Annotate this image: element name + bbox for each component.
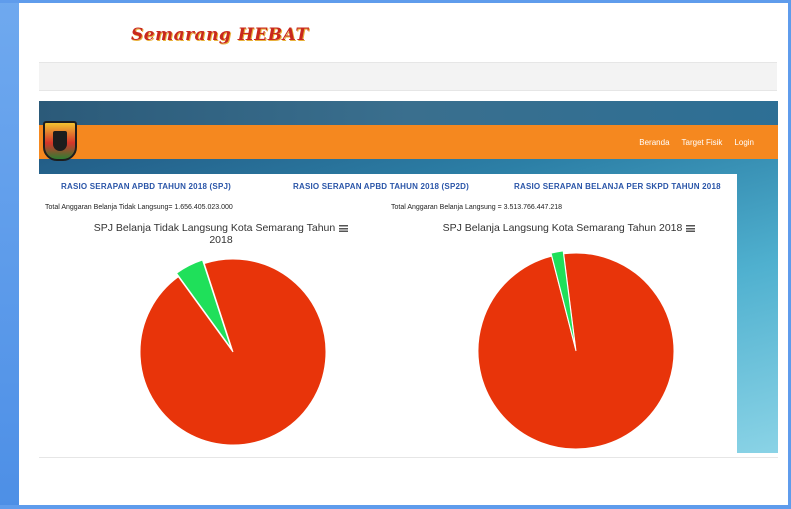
chart-title-left-line2: 2018 bbox=[209, 234, 233, 246]
page: Semarang HEBAT Beranda Target Fisik Logi… bbox=[19, 3, 788, 505]
total-belanja-langsung: Total Anggaran Belanja Langsung = 3.513.… bbox=[391, 204, 563, 211]
navbar: Beranda Target Fisik Login bbox=[39, 121, 778, 161]
window-frame-bottom bbox=[0, 505, 791, 509]
tab-serapan-apbd-sp2d[interactable]: RASIO SERAPAN APBD TAHUN 2018 (SP2D) bbox=[293, 182, 469, 191]
chart-title-left-line1: SPJ Belanja Tidak Langsung Kota Semarang… bbox=[93, 222, 336, 234]
window-frame-left bbox=[0, 0, 19, 509]
chart-title-right: SPJ Belanja Langsung Kota Semarang Tahun… bbox=[429, 222, 709, 234]
content-panel: RASIO SERAPAN APBD TAHUN 2018 (SPJ) RASI… bbox=[39, 174, 737, 460]
pie-slice-main[interactable] bbox=[139, 258, 327, 446]
chart-title-left: SPJ Belanja Tidak Langsung Kota Semarang… bbox=[91, 222, 351, 246]
nav-link-beranda[interactable]: Beranda bbox=[639, 138, 669, 147]
top-strip bbox=[39, 62, 777, 91]
pie-chart-right bbox=[477, 250, 675, 450]
pie-chart-left bbox=[139, 258, 327, 446]
report-tabs: RASIO SERAPAN APBD TAHUN 2018 (SPJ) RASI… bbox=[59, 182, 729, 196]
emblem-inner bbox=[53, 131, 67, 151]
hero-top-band bbox=[39, 101, 778, 125]
site-logo[interactable]: Semarang HEBAT bbox=[131, 25, 309, 45]
total-belanja-tidak-langsung: Total Anggaran Belanja Tidak Langsung= 1… bbox=[45, 204, 233, 211]
chart-menu-icon[interactable] bbox=[339, 224, 349, 232]
nav-links: Beranda Target Fisik Login bbox=[639, 125, 754, 159]
tab-serapan-belanja-skpd[interactable]: RASIO SERAPAN BELANJA PER SKPD TAHUN 201… bbox=[514, 182, 721, 191]
content-divider bbox=[39, 457, 778, 458]
city-emblem-icon[interactable] bbox=[43, 121, 77, 161]
chart-menu-icon[interactable] bbox=[686, 224, 696, 232]
tab-serapan-apbd-spj[interactable]: RASIO SERAPAN APBD TAHUN 2018 (SPJ) bbox=[61, 182, 231, 191]
nav-link-target-fisik[interactable]: Target Fisik bbox=[682, 138, 723, 147]
nav-link-login[interactable]: Login bbox=[734, 138, 754, 147]
chart-title-right-line1: SPJ Belanja Langsung Kota Semarang Tahun… bbox=[442, 222, 683, 234]
pie-slice-main[interactable] bbox=[477, 252, 675, 450]
